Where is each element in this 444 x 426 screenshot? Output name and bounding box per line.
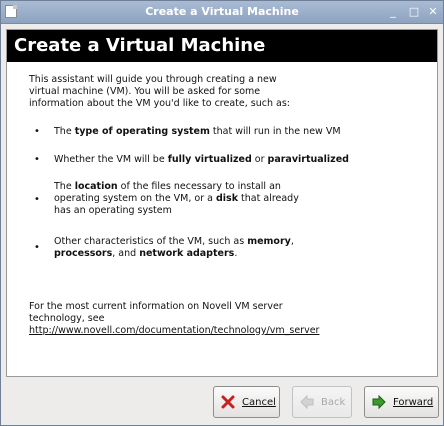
content-panel: Create a Virtual Machine This assistant … [6,29,438,377]
dialog-window: Create a Virtual Machine _ □ ✕ Create a … [0,0,444,426]
back-arrow-icon [299,394,315,410]
bold-text: type of operating system [74,126,210,137]
bold-text: disk [216,193,239,204]
text: The [54,126,75,137]
bullet-item-location: The location of the files necessary to i… [54,181,299,217]
bullet-item-characteristics: Other characteristics of the VM, such as… [54,236,294,260]
green-forward-arrow-icon [371,394,387,410]
text: The [54,181,75,192]
title-bar[interactable]: Create a Virtual Machine _ □ ✕ [1,1,443,24]
text: . [234,248,238,259]
bullet-icon: • [34,242,40,253]
text: Whether the VM will be [54,154,168,165]
text: , [290,236,294,247]
bold-text: location [74,181,118,192]
page-title: Create a Virtual Machine [7,30,437,62]
forward-label: Forward [393,396,434,408]
close-button[interactable]: ✕ [425,4,441,20]
maximize-button[interactable]: □ [406,4,422,20]
back-button[interactable]: Back [292,386,352,418]
bullet-item-os-type: The type of operating system that will r… [54,126,414,138]
more-info-text: For the most current information on Nove… [29,301,319,337]
text: Other characteristics of the VM, such as [54,236,248,247]
bullet-icon: • [34,126,40,137]
cancel-button[interactable]: Cancel [213,386,280,418]
bold-text: fully virtualized [167,154,252,165]
back-label: Back [321,396,346,408]
bullet-icon: • [34,154,40,165]
text: or [251,154,268,165]
novell-vm-link[interactable]: http://www.novell.com/documentation/tech… [29,325,319,336]
cancel-label: Cancel [242,396,276,408]
red-x-icon [220,394,236,410]
intro-text: This assistant will guide you through cr… [29,74,290,109]
text: For the most current information on Nove… [29,301,283,324]
minimize-button[interactable]: _ [385,4,401,20]
text: , and [112,248,140,259]
forward-button[interactable]: Forward [364,386,439,418]
bullet-icon: • [34,194,40,205]
bold-text: paravirtualized [267,154,349,165]
text: that will run in the new VM [209,126,341,137]
bullet-item-virtualization: Whether the VM will be fully virtualized… [54,154,414,166]
bold-text: processors [54,248,113,259]
window-title: Create a Virtual Machine [145,5,299,18]
bold-text: memory [247,236,291,247]
bold-text: network adapters [139,248,235,259]
